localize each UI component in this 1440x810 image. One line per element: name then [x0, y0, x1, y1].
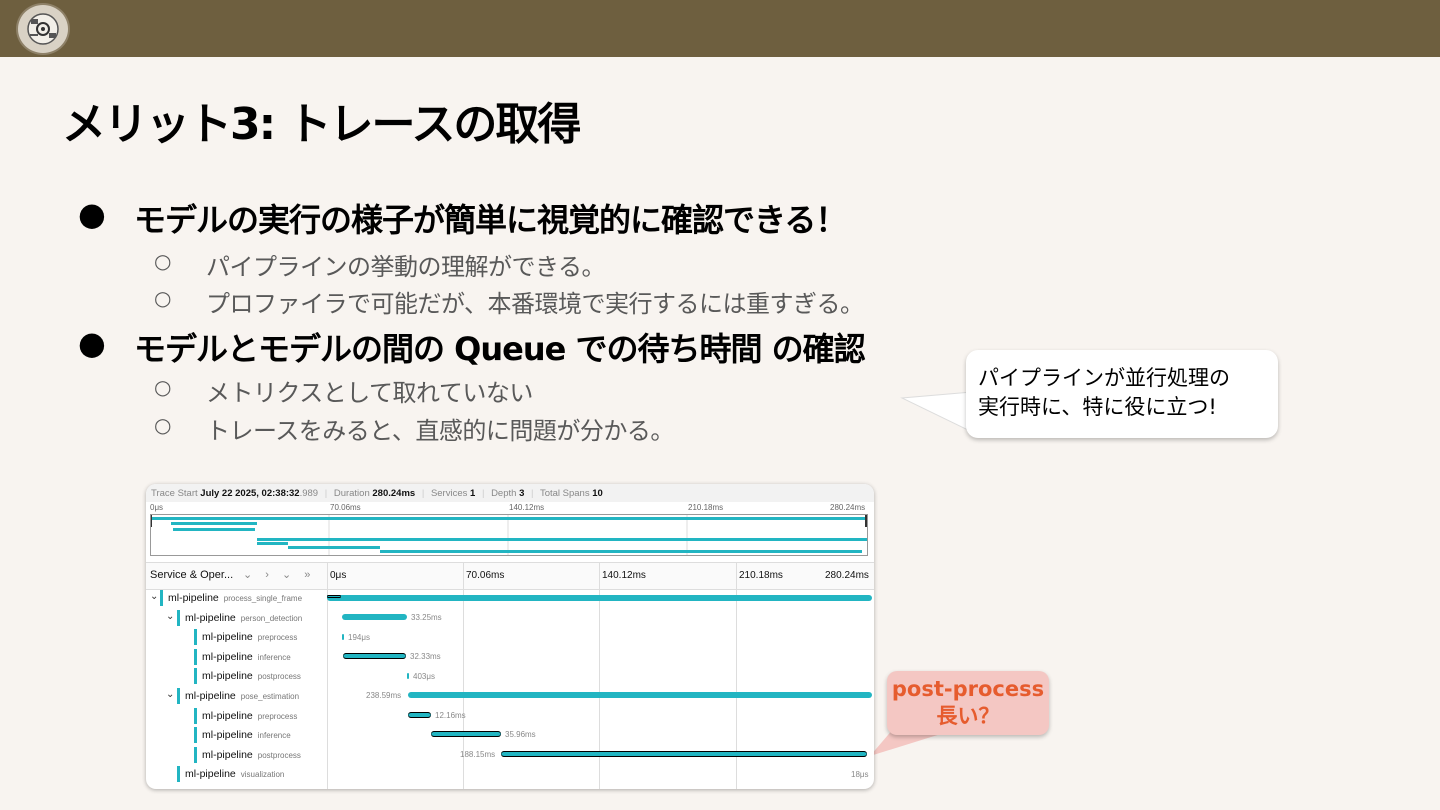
tick-3: 210.18ms — [739, 570, 783, 581]
span-duration: 33.25ms — [411, 613, 442, 622]
span-bar[interactable] — [327, 595, 872, 601]
span-service: ml-pipeline — [202, 729, 253, 742]
chevron-down-icon[interactable]: ⌄ — [166, 689, 174, 700]
trace-minimap[interactable]: 0μs 70.06ms 140.12ms 210.18ms 280.24ms — [150, 502, 870, 556]
span-op: postprocess — [257, 672, 301, 682]
red-callout: post-process 長い？ — [887, 671, 1049, 735]
services-value: 1 — [470, 488, 476, 499]
mini-tick-1: 70.06ms — [330, 503, 361, 512]
timeline-header: Service & Oper... ⌄ › ⌄ » 0μs 70.06ms 14… — [146, 562, 874, 590]
span-op: process_single_frame — [223, 594, 303, 603]
mini-tick-3: 210.18ms — [688, 503, 724, 512]
column-label: Service & Oper... — [150, 569, 234, 581]
red-callout-line-2: 長い？ — [936, 704, 1000, 728]
tick-4: 280.24ms — [825, 570, 869, 581]
total-spans-label: Total Spans — [539, 488, 590, 499]
span-service: ml-pipeline — [202, 631, 253, 644]
span-op: visualization — [240, 770, 285, 780]
span-op: preprocess — [257, 711, 298, 721]
span-duration: 12.16ms — [435, 711, 466, 720]
span-duration: 238.59ms — [366, 691, 402, 700]
span-bar[interactable] — [501, 751, 867, 757]
span-row[interactable]: ml-pipeline inference — [146, 648, 874, 668]
span-service: ml-pipeline — [185, 768, 236, 781]
span-bar[interactable] — [408, 712, 431, 718]
callout-line-2: 実行時に、特に役に立つ! — [978, 395, 1217, 419]
mini-tick-4: 280.24ms — [830, 503, 866, 512]
span-row[interactable]: ml-pipeline preprocess — [146, 707, 874, 727]
span-duration: 35.96ms — [505, 730, 536, 739]
tick-2: 140.12ms — [602, 570, 646, 581]
span-duration: 188.15ms — [460, 750, 496, 759]
span-bar[interactable] — [431, 731, 501, 737]
trace-header: Trace Start July 22 2025, 02:38:32.989 |… — [146, 484, 874, 502]
trace-start-label: Trace Start — [151, 488, 198, 499]
span-op: person_detection — [240, 613, 303, 623]
span-bar[interactable] — [408, 692, 872, 698]
span-row[interactable]: ⌄ ml-pipeline person_detection — [146, 609, 874, 629]
minimap-canvas — [150, 514, 868, 556]
span-service: ml-pipeline — [202, 670, 253, 683]
trace-start-ms: .989 — [299, 488, 319, 499]
span-op: preprocess — [257, 633, 298, 643]
services-label: Services — [430, 488, 468, 499]
span-op: pose_estimation — [240, 692, 300, 701]
span-service: ml-pipeline — [168, 592, 219, 604]
span-op: inference — [257, 731, 291, 741]
total-spans-value: 10 — [592, 488, 603, 499]
span-service: ml-pipeline — [202, 650, 253, 663]
depth-value: 3 — [519, 488, 525, 499]
span-service: ml-pipeline — [185, 611, 236, 624]
span-duration: 18μs — [851, 770, 869, 779]
red-callout-line-1: post-process — [891, 677, 1045, 701]
span-row[interactable]: ml-pipeline postprocess — [146, 667, 874, 687]
span-row[interactable]: ml-pipeline visualization — [146, 765, 874, 785]
tick-0: 0μs — [330, 570, 347, 581]
span-bar[interactable] — [342, 614, 407, 620]
callout-line-1: パイプラインが並行処理の — [978, 366, 1230, 390]
span-bar[interactable] — [407, 673, 409, 679]
chevron-down-icon[interactable]: ⌄ — [150, 591, 158, 602]
span-bar[interactable] — [342, 634, 344, 640]
span-op: inference — [257, 652, 291, 662]
span-service: ml-pipeline — [202, 748, 253, 761]
span-duration: 194μs — [348, 633, 370, 642]
span-duration: 403μs — [413, 672, 435, 681]
span-bar[interactable] — [343, 653, 406, 659]
speech-callout: パイプラインが並行処理の 実行時に、特に役に立つ! — [966, 350, 1278, 438]
span-service: ml-pipeline — [185, 690, 236, 702]
tick-1: 70.06ms — [466, 570, 505, 581]
trace-viewer: Trace Start July 22 2025, 02:38:32.989 |… — [146, 484, 874, 789]
span-duration: 32.33ms — [410, 652, 441, 661]
duration-label: Duration — [333, 488, 370, 499]
mini-tick-0: 0μs — [150, 503, 164, 512]
span-row[interactable]: ml-pipeline preprocess — [146, 628, 874, 648]
span-bar-self — [327, 595, 341, 598]
depth-label: Depth — [491, 488, 517, 499]
duration-value: 280.24ms — [372, 488, 416, 499]
collapse-expand-icons[interactable]: ⌄ › ⌄ » — [243, 568, 315, 581]
mini-tick-2: 140.12ms — [509, 503, 545, 512]
span-op: postprocess — [257, 750, 301, 760]
chevron-down-icon[interactable]: ⌄ — [166, 611, 174, 622]
trace-start-value: July 22 2025, 02:38:32 — [200, 488, 300, 499]
span-service: ml-pipeline — [202, 709, 253, 722]
